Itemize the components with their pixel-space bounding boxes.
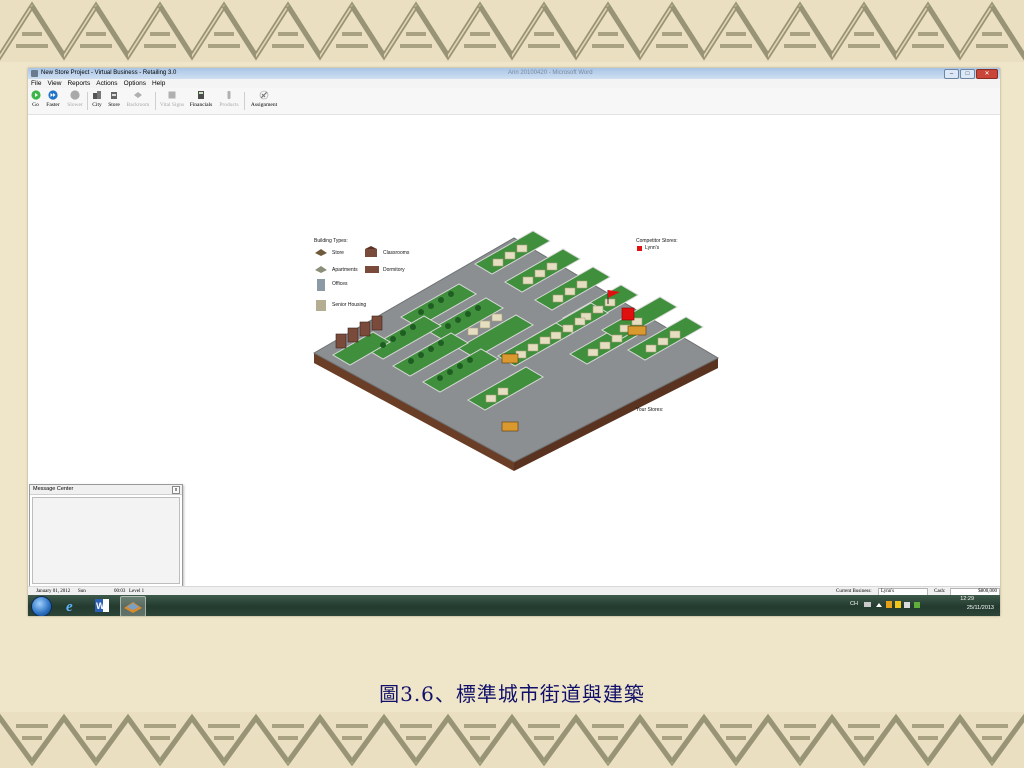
classrooms-building-icon [365, 246, 377, 257]
store-icon [111, 92, 117, 99]
financials-label: Financials [189, 102, 213, 108]
maximize-button[interactable]: □ [960, 69, 975, 79]
store-building-icon [315, 249, 327, 256]
menu-help[interactable]: Help [149, 79, 168, 88]
tray-icons [864, 601, 920, 608]
store-label: Store [108, 102, 120, 108]
window-title: New Store Project - Virtual Business - R… [41, 70, 177, 76]
message-center-panel: Message Center x [29, 484, 183, 588]
clock-date[interactable]: 25/11/2013 [967, 605, 994, 611]
competitor-legend-title: Competitor Stores: [636, 238, 678, 244]
decorative-border-top [0, 0, 1024, 62]
backroom-button[interactable]: Backroom [125, 90, 151, 112]
city-label: City [92, 102, 102, 108]
legend-apartments: Apartments [332, 267, 358, 273]
apartments-building-icon [315, 266, 327, 273]
senior-housing-building-icon [316, 300, 326, 311]
offices-building-icon [317, 279, 325, 291]
language-indicator[interactable]: CH [850, 601, 858, 607]
svg-text:e: e [66, 599, 73, 615]
message-center-close-button[interactable]: x [172, 486, 180, 494]
message-center-title: Message Center [33, 486, 74, 492]
app-icon [31, 70, 38, 77]
dormitory-building-icon [365, 266, 379, 273]
message-center-header: Message Center x [30, 485, 182, 495]
menu-bar: File View Reports Actions Options Help [28, 79, 1000, 88]
your-stores-title: Your Stores: [636, 407, 664, 413]
go-label: Go [32, 102, 39, 108]
legend-dormitory: Dormitory [383, 267, 405, 273]
faster-icon [48, 90, 58, 100]
legend-senior-housing: Senior Housing [332, 302, 367, 308]
legend-title: Building Types: [314, 238, 348, 244]
close-button[interactable]: ✕ [976, 69, 998, 79]
competitor-color-swatch [637, 246, 642, 251]
virtual-business-taskbar-button[interactable] [120, 596, 146, 616]
message-center-body[interactable] [32, 497, 180, 584]
vital-signs-button[interactable]: Vital Signs [159, 90, 185, 112]
word-taskbar-button[interactable]: W [90, 596, 114, 615]
ie-taskbar-button[interactable]: e [60, 596, 84, 615]
faster-label: Faster [46, 102, 60, 108]
go-button[interactable]: Go [30, 90, 41, 112]
menu-reports[interactable]: Reports [64, 79, 93, 88]
menu-file[interactable]: File [28, 79, 44, 88]
faster-button[interactable]: Faster [45, 90, 61, 112]
window-titlebar[interactable]: New Store Project - Virtual Business - R… [28, 68, 1000, 79]
toolbar: Go Faster Slower City Store Backroom Vit… [28, 88, 1000, 115]
taskbar: e W CH 12:29 25/11/2013 [28, 595, 1000, 616]
city-icon [93, 91, 101, 99]
slower-icon [70, 90, 80, 100]
legend-offices: Offices [332, 281, 348, 287]
menu-view[interactable]: View [44, 79, 64, 88]
assignment-label: Assignment [250, 102, 278, 108]
store-button[interactable]: Store [107, 90, 121, 112]
toolbar-separator [87, 92, 88, 110]
vital-signs-icon [168, 91, 176, 99]
assignment-button[interactable]: Assignment [248, 90, 280, 112]
app-screenshot: New Store Project - Virtual Business - R… [28, 68, 1000, 616]
slower-label: Slower [67, 102, 83, 108]
start-button[interactable] [31, 596, 52, 616]
competitor-lynns[interactable]: Lynn's [645, 245, 659, 251]
slower-button[interactable]: Slower [66, 90, 84, 112]
vital-signs-label: Vital Signs [159, 102, 185, 108]
background-window-title: Ann 20100420 - Microsoft Word [508, 70, 593, 76]
backroom-icon [134, 92, 142, 98]
products-label: Products [219, 102, 239, 108]
financials-button[interactable]: Financials [188, 90, 214, 112]
decorative-border-bottom [0, 712, 1024, 768]
svg-text:W: W [96, 601, 105, 611]
legend-classrooms: Classrooms [383, 250, 410, 256]
figure-caption: 圖3.6、標準城市街道與建築 [379, 682, 645, 706]
clock-time[interactable]: 12:29 [960, 596, 974, 602]
go-icon [30, 90, 41, 100]
menu-options[interactable]: Options [121, 79, 149, 88]
city-button[interactable]: City [90, 90, 104, 112]
backroom-label: Backroom [126, 102, 150, 108]
menu-actions[interactable]: Actions [93, 79, 120, 88]
minimize-button[interactable]: – [944, 69, 959, 79]
toolbar-separator [244, 92, 245, 110]
financials-icon [198, 91, 204, 99]
word-icon: W [95, 599, 109, 612]
products-button[interactable]: Products [218, 90, 240, 112]
products-icon [227, 91, 231, 99]
virtual-business-icon [124, 602, 142, 613]
ie-icon: e [66, 599, 73, 615]
toolbar-separator [155, 92, 156, 110]
assignment-icon [259, 90, 269, 100]
legend-store: Store [332, 250, 344, 256]
